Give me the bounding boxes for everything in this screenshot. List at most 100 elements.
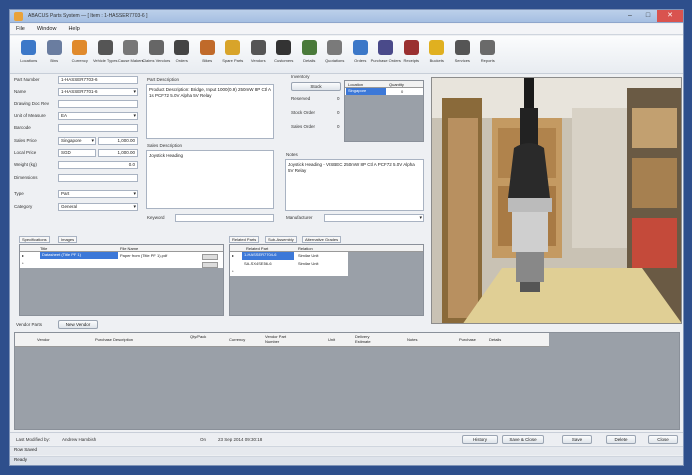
toolbar-label: Reports <box>480 58 495 63</box>
tab-images[interactable]: Images <box>58 236 78 243</box>
toolbar-button-claims-vendors[interactable]: Claims Vendors <box>142 36 171 73</box>
toolbar-button-buckets[interactable]: Buckets <box>424 36 450 73</box>
tab-alternative-grades[interactable]: Alternative Grades <box>302 236 342 243</box>
category-select[interactable]: General <box>58 203 138 211</box>
sales-description-text[interactable]: Joystick Heading <box>146 150 274 209</box>
toolbar-label: Locations <box>20 58 38 63</box>
tab-specifications[interactable]: Specifications <box>19 236 50 243</box>
table-row[interactable]: ▸ Datasheet (Title PF 1) Paper from (Tit… <box>20 252 223 268</box>
relation-header: Relation <box>298 246 313 251</box>
vendor-header: Vendor <box>37 337 50 342</box>
toolbar-label: Claims Vendors <box>142 58 171 63</box>
new-row-marker-icon: * <box>22 261 24 266</box>
toolbar-label: Details <box>303 58 316 63</box>
weight-input[interactable]: 0.0 <box>58 161 138 169</box>
dimensions-input[interactable] <box>58 174 138 182</box>
delete-button[interactable]: Delete <box>606 435 636 444</box>
minimize-icon[interactable]: – <box>621 10 639 22</box>
related-part-cell: SA-SX4SE56-6 <box>244 261 272 266</box>
stock-order-label: Stock Order <box>291 110 316 115</box>
toolbar-button-reports[interactable]: Reports <box>475 36 501 73</box>
browse-button[interactable] <box>202 254 218 260</box>
toolbar-button-orders[interactable]: Orders <box>169 36 195 73</box>
modified-on-label: On <box>200 437 207 442</box>
table-row[interactable]: ▸ 1-HASSER7704-6 Similar Unit <box>230 252 348 260</box>
menu-help[interactable]: Help <box>68 26 79 32</box>
local-currency-input[interactable]: SGD <box>58 149 96 157</box>
sales-price-label: Sales Price <box>14 138 37 143</box>
stock-button[interactable]: Stock <box>291 82 341 91</box>
history-button[interactable]: History <box>462 435 498 444</box>
status-line-1: Row Saved <box>10 446 683 455</box>
toolbar-button-spare-parts[interactable]: Spare Parts <box>220 36 246 73</box>
toolbar-label: Spare Parts <box>222 58 244 63</box>
row-pointer-icon: ▸ <box>22 253 25 258</box>
toolbar-button-locations[interactable]: Locations <box>16 36 42 73</box>
toolbar-button-bikes[interactable]: Bikes <box>195 36 221 73</box>
sales-currency-select[interactable]: Singapore <box>58 137 96 145</box>
name-select[interactable]: 1-HASSER7701-6 <box>58 88 138 96</box>
manufacturer-select[interactable] <box>324 214 424 222</box>
title-header: Title <box>40 246 48 251</box>
part-description-text[interactable]: Product Description: Bridge, Input 1000(… <box>146 84 274 139</box>
local-price-input[interactable]: 1,000.00 <box>98 149 138 157</box>
tab-sub-assembly[interactable]: Sub-Assembly <box>265 236 297 243</box>
menu-window[interactable]: Window <box>37 26 57 32</box>
drawing-input[interactable] <box>58 100 138 108</box>
toolbar-label: Bins <box>50 58 59 63</box>
part-number-input[interactable]: 1-HASSER7703-6 <box>58 76 138 84</box>
toolbar-button-details[interactable]: Details <box>297 36 323 73</box>
purchase-description-header: Purchase Description <box>95 337 134 342</box>
barcode-input[interactable] <box>58 124 138 132</box>
specifications-header: Title File Name <box>20 245 223 252</box>
toolbar-button-cause-makers[interactable]: Cause Makers <box>118 36 144 73</box>
tab-related-parts[interactable]: Related Parts <box>229 236 260 243</box>
app-window: ABACUS Parts System — [ Item : 1-HASSER7… <box>9 9 684 466</box>
relation-cell: Similar Unit <box>298 261 319 266</box>
keyword-label: Keyword <box>147 215 165 220</box>
close-button[interactable]: Close <box>648 435 678 444</box>
menu-bar: File Window Help <box>10 24 683 35</box>
bike-icon <box>199 40 215 55</box>
toolbar-button-orders[interactable]: Orders <box>348 36 374 73</box>
toolbar-button-services[interactable]: Services <box>450 36 476 73</box>
type-select[interactable]: Part <box>58 190 138 198</box>
weight-label: Weight (kg) <box>14 162 37 167</box>
save-button[interactable]: Save <box>562 435 592 444</box>
location-cell: Singapore <box>346 88 386 95</box>
keyword-input[interactable] <box>175 214 274 222</box>
bins-icon <box>46 40 62 55</box>
service-icon <box>454 40 470 55</box>
sales-price-input[interactable]: 1,000.00 <box>98 137 138 145</box>
toolbar-button-vehicle-types[interactable]: Vehicle Types <box>93 36 119 73</box>
toolbar-button-receipts[interactable]: Receipts <box>399 36 425 73</box>
close-icon[interactable]: ✕ <box>657 10 683 22</box>
menu-file[interactable]: File <box>16 26 25 32</box>
status-text: Ready <box>14 457 28 462</box>
toolbar-button-customers[interactable]: Customers <box>271 36 297 73</box>
table-row[interactable]: SA-SX4SE56-6 Similar Unit <box>230 260 348 268</box>
toolbar-button-purchase-orders[interactable]: Purchase Orders <box>371 36 401 73</box>
vendor-parts-grid: Vendor Purchase Description Qty/Pack Cur… <box>14 332 680 430</box>
vendor-part-number-header: Vendor Part Number <box>265 334 287 344</box>
app-icon <box>14 12 23 21</box>
toolbar-button-currency[interactable]: Currency <box>67 36 93 73</box>
toolbar-button-vendors[interactable]: Vendors <box>246 36 272 73</box>
new-vendor-button[interactable]: New Vendor <box>58 320 98 329</box>
toolbar-button-bins[interactable]: Bins <box>42 36 68 73</box>
notes-text[interactable]: Joystick Heading - VISBEC 250mW 8P Ctl A… <box>285 159 424 211</box>
part-description-label: Part Description <box>147 77 180 82</box>
table-row[interactable]: * <box>230 268 348 276</box>
open-button[interactable] <box>202 262 218 268</box>
unit-header: Unit <box>328 337 336 342</box>
currency-icon <box>72 40 88 55</box>
save-close-button[interactable]: Save & Close <box>502 435 544 444</box>
title-bar: ABACUS Parts System — [ Item : 1-HASSER7… <box>10 10 683 23</box>
toolbar-label: Vehicle Types <box>92 58 118 63</box>
table-row[interactable]: Singapore 0 <box>345 88 423 95</box>
toolbar-button-quotations[interactable]: Quotations <box>322 36 348 73</box>
type-value: Part <box>61 191 70 196</box>
maximize-icon[interactable]: □ <box>639 10 657 22</box>
uom-select[interactable]: EA <box>58 112 138 120</box>
person-icon <box>276 40 292 55</box>
